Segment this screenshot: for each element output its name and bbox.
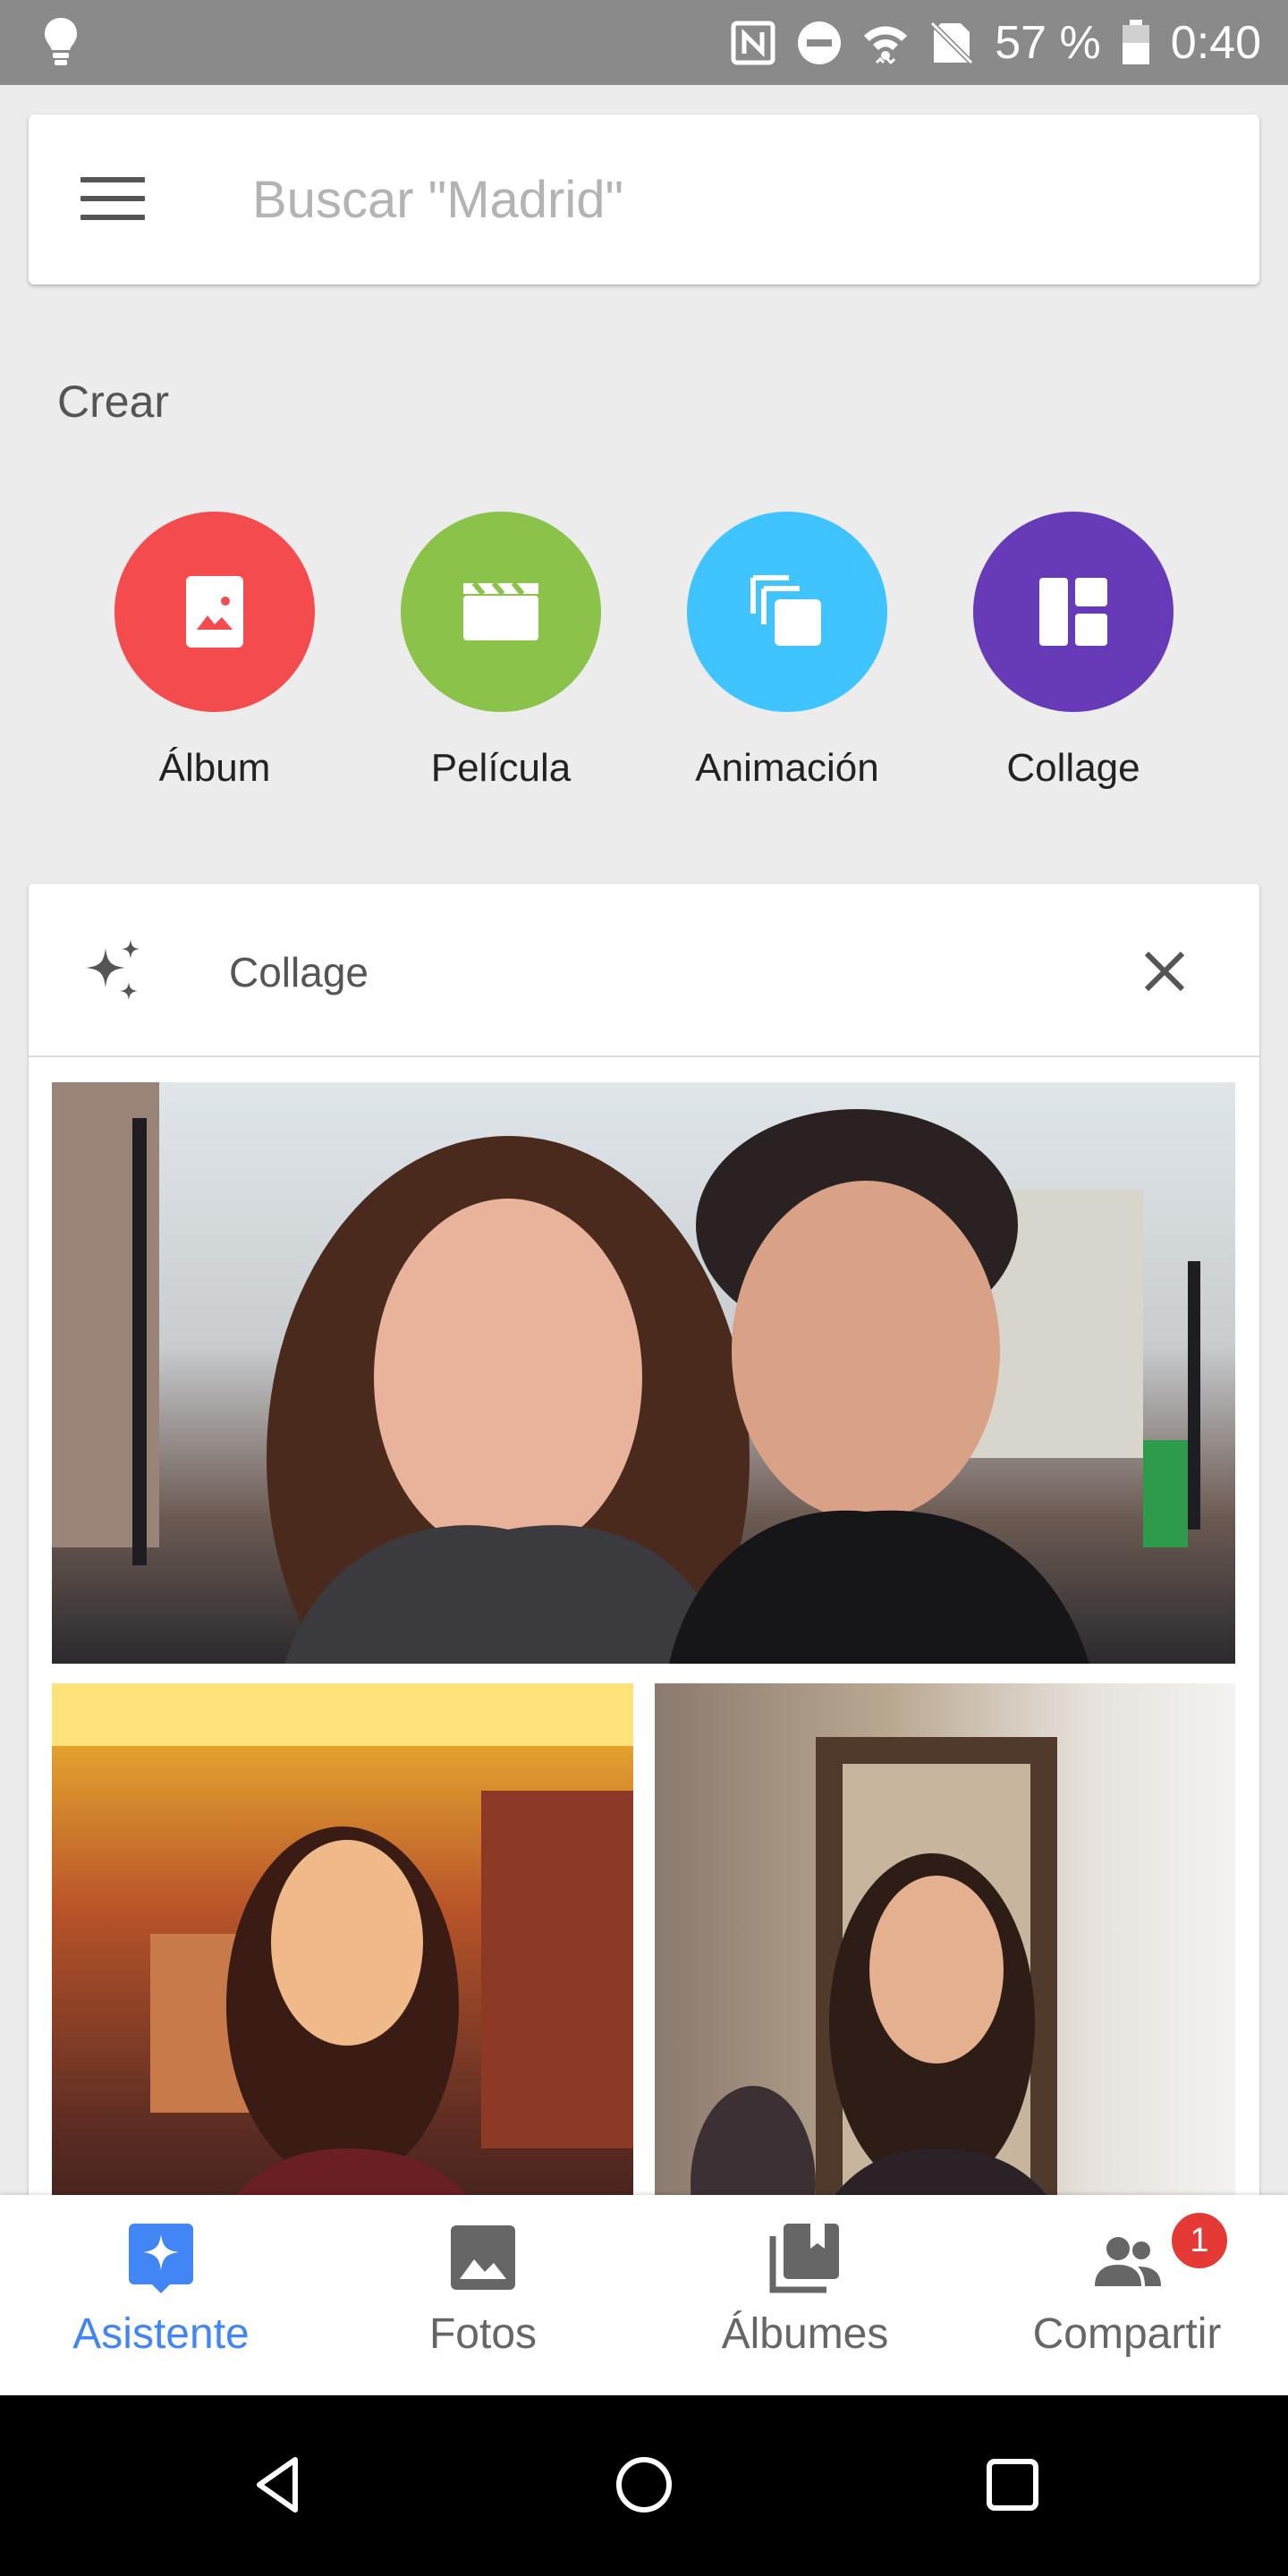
create-movie-button[interactable]: Película xyxy=(401,512,601,791)
create-collage-button[interactable]: Collage xyxy=(973,512,1174,791)
nav-label-compartir: Compartir xyxy=(1032,2310,1222,2358)
bottom-navigation: Asistente Fotos Álbumes 1 Compartir xyxy=(0,2195,1288,2395)
create-movie-label: Película xyxy=(430,746,572,790)
nav-label-albumes: Álbumes xyxy=(721,2310,889,2358)
nfc-icon xyxy=(731,21,775,64)
nav-tab-compartir[interactable]: 1 Compartir xyxy=(966,2195,1288,2395)
create-album-button[interactable]: Álbum xyxy=(114,512,315,791)
do-not-disturb-icon xyxy=(798,21,842,64)
status-time: 0:40 xyxy=(1170,16,1261,69)
system-navigation-bar xyxy=(0,2395,1288,2576)
create-album-label: Álbum xyxy=(158,746,271,790)
sparkle-icon xyxy=(86,939,140,1000)
no-sim-icon xyxy=(930,21,974,64)
nav-tab-albumes[interactable]: Álbumes xyxy=(644,2195,966,2395)
movie-icon-circle xyxy=(401,512,601,712)
back-icon[interactable] xyxy=(245,2453,309,2517)
menu-icon[interactable] xyxy=(80,177,145,224)
animation-icon xyxy=(750,575,821,646)
nav-tab-fotos[interactable]: Fotos xyxy=(322,2195,644,2395)
nav-tab-asistente[interactable]: Asistente xyxy=(0,2195,322,2395)
recents-icon[interactable] xyxy=(980,2453,1045,2517)
collage-photo-1[interactable] xyxy=(52,1082,1235,1664)
photos-icon xyxy=(451,2225,515,2290)
share-icon xyxy=(1095,2237,1161,2286)
create-animation-label: Animación xyxy=(695,746,879,790)
search-bar xyxy=(29,114,1259,284)
album-icon xyxy=(186,576,243,648)
create-collage-label: Collage xyxy=(1006,746,1140,790)
status-bar: 57 % 0:40 xyxy=(0,0,1288,85)
collage-suggestion-card[interactable]: Collage xyxy=(29,884,1259,2315)
card-title: Collage xyxy=(229,949,369,996)
nav-label-fotos: Fotos xyxy=(428,2310,538,2358)
card-header: Collage xyxy=(29,884,1259,1057)
albums-icon xyxy=(769,2224,839,2293)
close-icon[interactable] xyxy=(1136,943,1193,1000)
assistant-icon xyxy=(129,2224,193,2293)
create-animation-button[interactable]: Animación xyxy=(687,512,887,791)
search-input[interactable] xyxy=(252,168,1147,231)
battery-icon xyxy=(1122,19,1149,64)
lightbulb-icon xyxy=(45,18,77,65)
notification-badge: 1 xyxy=(1168,2209,1231,2272)
wifi-icon xyxy=(864,26,908,64)
home-icon[interactable] xyxy=(612,2453,676,2517)
movie-icon xyxy=(463,583,538,640)
nav-label-asistente: Asistente xyxy=(72,2310,250,2358)
collage-icon xyxy=(1039,578,1107,646)
animation-icon-circle xyxy=(687,512,887,712)
collage-icon-circle xyxy=(973,512,1174,712)
create-section-title: Crear xyxy=(57,377,170,427)
album-icon-circle xyxy=(114,512,315,712)
battery-percent: 57 % xyxy=(995,16,1101,69)
